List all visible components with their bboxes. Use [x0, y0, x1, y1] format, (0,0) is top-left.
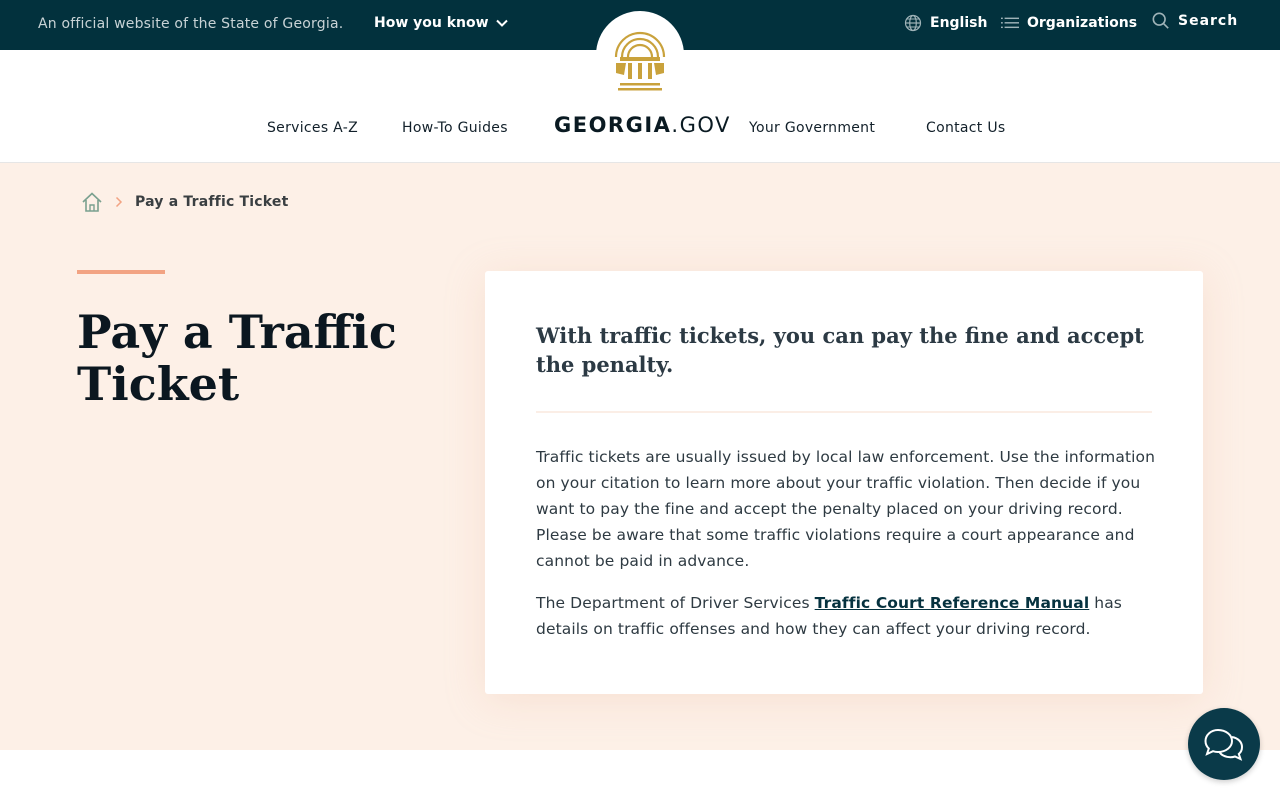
reference-text-before: The Department of Driver Services — [536, 594, 815, 612]
brand-bold: GEORGIA — [554, 113, 672, 137]
search-icon — [1152, 12, 1169, 29]
lead-text: With traffic tickets, you can pay the fi… — [536, 323, 1144, 377]
organizations-label: Organizations — [1027, 15, 1138, 31]
home-icon[interactable] — [81, 191, 103, 213]
language-label: English — [930, 15, 988, 31]
georgia-seal-logo[interactable] — [596, 11, 684, 99]
traffic-court-manual-link[interactable]: Traffic Court Reference Manual — [815, 594, 1090, 612]
reference-paragraph: The Department of Driver Services Traffi… — [536, 590, 1156, 642]
nav-contact-us[interactable]: Contact Us — [926, 120, 1005, 136]
search-label: Search — [1178, 13, 1239, 29]
list-icon — [1001, 17, 1019, 29]
organizations-link[interactable]: Organizations — [1001, 14, 1137, 32]
brand-suffix: .GOV — [671, 113, 731, 137]
nav-how-to-guides[interactable]: How-To Guides — [402, 120, 508, 136]
chevron-right-icon — [115, 196, 123, 208]
globe-icon — [904, 14, 922, 32]
card-divider — [536, 411, 1152, 413]
page-title: Pay a Traffic Ticket — [77, 305, 397, 411]
chat-icon — [1204, 728, 1244, 761]
nav-services-a-z[interactable]: Services A-Z — [267, 120, 358, 136]
title-accent-line — [77, 270, 165, 274]
hero-section: Pay a Traffic Ticket Pay a Traffic Ticke… — [0, 163, 1280, 750]
content-card: With traffic tickets, you can pay the fi… — [485, 271, 1203, 694]
chat-button[interactable] — [1188, 708, 1260, 780]
breadcrumb: Pay a Traffic Ticket — [81, 191, 289, 213]
nav-your-government[interactable]: Your Government — [749, 120, 875, 136]
intro-paragraph: Traffic tickets are usually issued by lo… — [536, 448, 1156, 570]
seal-icon — [614, 31, 666, 91]
language-selector[interactable]: English — [904, 14, 987, 32]
how-you-know-label: How you know — [374, 15, 489, 31]
how-you-know-toggle[interactable]: How you know — [374, 15, 509, 31]
chevron-down-icon — [495, 19, 508, 27]
georgia-gov-wordmark[interactable]: GEORGIA.GOV — [554, 113, 731, 137]
official-site-text: An official website of the State of Geor… — [38, 16, 344, 32]
breadcrumb-current: Pay a Traffic Ticket — [135, 194, 289, 210]
search-button[interactable]: Search — [1152, 12, 1238, 30]
